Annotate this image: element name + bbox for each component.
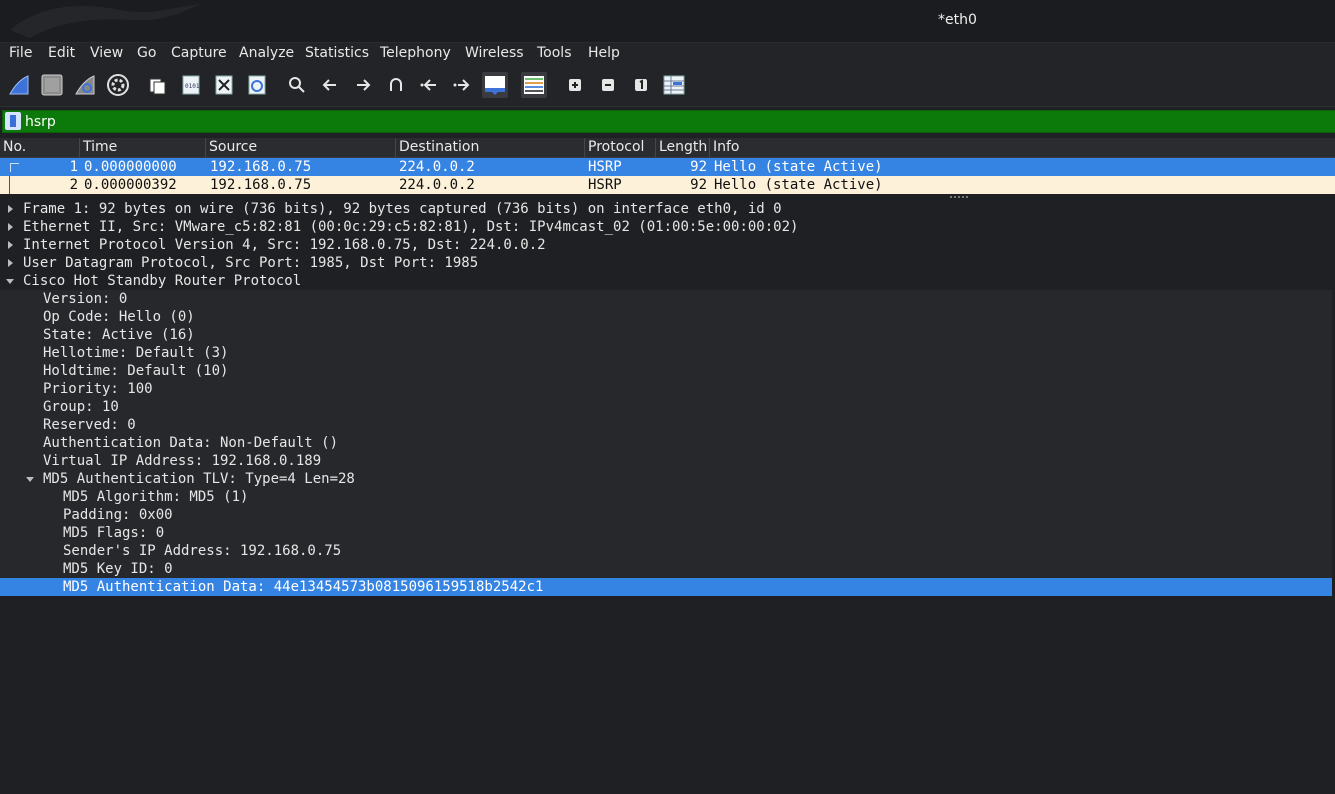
packet-row[interactable]: 1 0.000000000 192.168.0.75 224.0.0.2 HSR… bbox=[0, 158, 1335, 176]
first-packet-icon[interactable] bbox=[416, 72, 442, 98]
detail-row-md5-tlv[interactable]: MD5 Authentication TLV: Type=4 Len=28 bbox=[0, 470, 1332, 488]
svg-text:0101: 0101 bbox=[185, 83, 200, 90]
packet-length: 92 bbox=[690, 177, 707, 193]
column-header-length[interactable]: Length bbox=[656, 138, 710, 157]
detail-row-hsrp[interactable]: Cisco Hot Standby Router Protocol bbox=[0, 272, 1332, 290]
column-header-no[interactable]: No. bbox=[0, 138, 80, 157]
expand-arrow-icon[interactable] bbox=[8, 241, 13, 249]
shark-start-icon[interactable] bbox=[6, 72, 32, 98]
menu-go[interactable]: Go bbox=[137, 45, 156, 61]
packet-list-header: No. Time Source Destination Protocol Len… bbox=[0, 138, 1335, 158]
packet-info: Hello (state Active) bbox=[714, 159, 883, 175]
autoscroll-icon[interactable] bbox=[482, 72, 508, 98]
detail-row-field[interactable]: Virtual IP Address: 192.168.0.189 bbox=[0, 452, 1332, 470]
detail-row-ethernet[interactable]: Ethernet II, Src: VMware_c5:82:81 (00:0c… bbox=[0, 218, 1332, 236]
shark-restart-icon[interactable] bbox=[72, 72, 98, 98]
filter-bookmark-icon[interactable] bbox=[5, 112, 21, 130]
expand-arrow-icon[interactable] bbox=[8, 259, 13, 267]
menu-capture[interactable]: Capture bbox=[171, 45, 227, 61]
column-header-time[interactable]: Time bbox=[80, 138, 206, 157]
detail-row-field[interactable]: MD5 Key ID: 0 bbox=[0, 560, 1332, 578]
last-packet-icon[interactable] bbox=[449, 72, 475, 98]
packet-protocol: HSRP bbox=[588, 177, 622, 193]
go-to-packet-icon[interactable] bbox=[383, 72, 409, 98]
menu-analyze[interactable]: Analyze bbox=[239, 45, 294, 61]
column-header-source[interactable]: Source bbox=[206, 138, 396, 157]
menu-wireless[interactable]: Wireless bbox=[465, 45, 524, 61]
packet-source: 192.168.0.75 bbox=[210, 159, 312, 175]
collapse-arrow-icon[interactable] bbox=[26, 477, 34, 482]
find-packet-icon[interactable] bbox=[284, 72, 310, 98]
detail-row-frame[interactable]: Frame 1: 92 bytes on wire (736 bits), 92… bbox=[0, 200, 1332, 218]
resize-columns-icon[interactable] bbox=[661, 72, 687, 98]
detail-row-field[interactable]: Op Code: Hello (0) bbox=[0, 308, 1332, 326]
menu-edit[interactable]: Edit bbox=[48, 45, 75, 61]
detail-row-field[interactable]: Holdtime: Default (10) bbox=[0, 362, 1332, 380]
packet-time: 0.000000392 bbox=[84, 177, 177, 193]
detail-row-ipv4[interactable]: Internet Protocol Version 4, Src: 192.16… bbox=[0, 236, 1332, 254]
packet-no: 1 bbox=[69, 159, 78, 175]
detail-row-field[interactable]: Authentication Data: Non-Default () bbox=[0, 434, 1332, 452]
detail-row-field[interactable]: Padding: 0x00 bbox=[0, 506, 1332, 524]
detail-row-field[interactable]: Sender's IP Address: 192.168.0.75 bbox=[0, 542, 1332, 560]
stop-icon[interactable] bbox=[39, 72, 65, 98]
normal-size-icon[interactable] bbox=[628, 72, 654, 98]
reload-icon[interactable] bbox=[244, 72, 270, 98]
menu-statistics[interactable]: Statistics bbox=[305, 45, 369, 61]
detail-row-field[interactable]: MD5 Algorithm: MD5 (1) bbox=[0, 488, 1332, 506]
display-filter-input[interactable] bbox=[25, 111, 1325, 132]
column-header-destination[interactable]: Destination bbox=[396, 138, 585, 157]
menu-tools[interactable]: Tools bbox=[537, 45, 572, 61]
column-header-info[interactable]: Info bbox=[710, 138, 1335, 157]
go-forward-icon[interactable] bbox=[350, 72, 376, 98]
display-filter-bar bbox=[2, 110, 1335, 133]
zoom-in-icon[interactable] bbox=[562, 72, 588, 98]
packet-details-pane: Frame 1: 92 bytes on wire (736 bits), 92… bbox=[0, 200, 1335, 794]
close-file-icon[interactable] bbox=[211, 72, 237, 98]
detail-row-field[interactable]: Version: 0 bbox=[0, 290, 1332, 308]
detail-row-field[interactable]: MD5 Flags: 0 bbox=[0, 524, 1332, 542]
packet-info: Hello (state Active) bbox=[714, 177, 883, 193]
menu-view[interactable]: View bbox=[90, 45, 123, 61]
packet-row[interactable]: 2 0.000000392 192.168.0.75 224.0.0.2 HSR… bbox=[0, 176, 1335, 194]
open-file-icon[interactable] bbox=[145, 72, 171, 98]
main-toolbar: 0101 bbox=[0, 66, 1335, 107]
menu-telephony[interactable]: Telephony bbox=[380, 45, 451, 61]
packet-related-marker bbox=[10, 163, 19, 172]
menu-file[interactable]: File bbox=[9, 45, 32, 61]
expand-arrow-icon[interactable] bbox=[8, 205, 13, 213]
packet-destination: 224.0.0.2 bbox=[399, 159, 475, 175]
menu-help[interactable]: Help bbox=[588, 45, 620, 61]
detail-row-field[interactable]: Reserved: 0 bbox=[0, 416, 1332, 434]
packet-protocol: HSRP bbox=[588, 159, 622, 175]
packet-length: 92 bbox=[690, 159, 707, 175]
detail-row-field[interactable]: State: Active (16) bbox=[0, 326, 1332, 344]
packet-destination: 224.0.0.2 bbox=[399, 177, 475, 193]
zoom-out-icon[interactable] bbox=[595, 72, 621, 98]
packet-source: 192.168.0.75 bbox=[210, 177, 312, 193]
save-file-icon[interactable]: 0101 bbox=[178, 72, 204, 98]
column-header-protocol[interactable]: Protocol bbox=[585, 138, 656, 157]
detail-row-field[interactable]: Group: 10 bbox=[0, 398, 1332, 416]
detail-row-selected[interactable]: MD5 Authentication Data: 44e13454573b081… bbox=[0, 578, 1332, 596]
go-back-icon[interactable] bbox=[317, 72, 343, 98]
collapse-arrow-icon[interactable] bbox=[6, 279, 14, 284]
packet-no: 2 bbox=[69, 177, 78, 193]
menu-bar: File Edit View Go Capture Analyze Statis… bbox=[0, 43, 1335, 66]
detail-row-field[interactable]: Priority: 100 bbox=[0, 380, 1332, 398]
expand-arrow-icon[interactable] bbox=[8, 223, 13, 231]
detail-row-field[interactable]: Hellotime: Default (3) bbox=[0, 344, 1332, 362]
capture-options-gear-icon[interactable] bbox=[105, 72, 131, 98]
packet-time: 0.000000000 bbox=[84, 159, 177, 175]
window-titlebar: *eth0 bbox=[0, 0, 1335, 43]
window-title: *eth0 bbox=[938, 12, 977, 28]
detail-row-udp[interactable]: User Datagram Protocol, Src Port: 1985, … bbox=[0, 254, 1332, 272]
colorize-icon[interactable] bbox=[521, 72, 547, 98]
packet-related-line bbox=[9, 176, 10, 194]
